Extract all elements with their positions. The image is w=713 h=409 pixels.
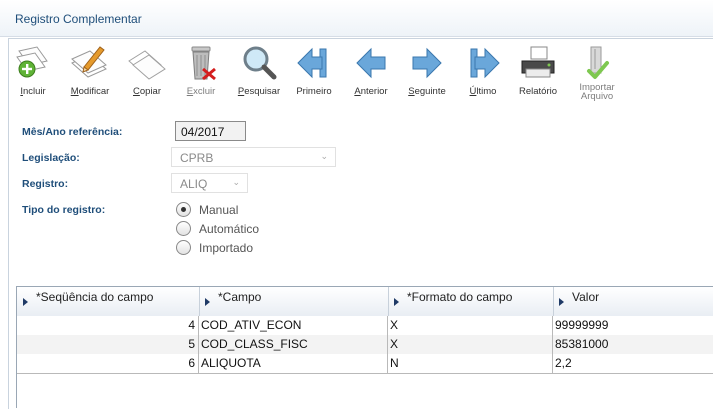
cell-valor: 85381000 (555, 337, 609, 351)
modificar-button[interactable]: Modificar (62, 39, 118, 107)
incluir-button[interactable]: Incluir (5, 39, 61, 107)
new-document-icon (16, 46, 48, 78)
pesquisar-button[interactable]: Pesquisar (231, 39, 287, 107)
sort-arrow-icon (394, 298, 399, 306)
mes-ano-field[interactable]: 04/2017 (175, 121, 246, 141)
cell-sequencia: 6 (17, 354, 199, 373)
legislacao-label: Legislação: (22, 152, 80, 164)
sort-arrow-icon (205, 298, 210, 306)
radio-importado[interactable]: Importado (176, 240, 253, 255)
chevron-down-icon: ⌄ (320, 151, 328, 161)
window-title-bar: Registro Complementar (0, 0, 713, 37)
table-row[interactable]: 5 COD_CLASS_FISC X 85381000 (17, 335, 713, 355)
legislacao-value: CPRB (180, 151, 214, 165)
registro-select[interactable]: ALIQ ⌄ (171, 173, 248, 193)
cell-campo: COD_ATIV_ECON (199, 316, 388, 335)
column-header-campo[interactable]: *Campo (199, 287, 389, 317)
legislacao-select[interactable]: CPRB ⌄ (171, 147, 336, 167)
toolbar: Incluir Modificar Copiar Excluir Pesquis… (9, 39, 713, 109)
sort-arrow-icon (23, 298, 28, 306)
table-row[interactable]: 6 ALIQUOTA N 2,2 (17, 354, 713, 374)
cell-sequencia: 4 (17, 316, 199, 335)
registro-value: ALIQ (180, 177, 208, 191)
radio-unselected-icon (176, 221, 191, 236)
table-row[interactable]: 4 COD_ATIV_ECON X 99999999 (17, 316, 713, 336)
cell-valor: 2,2 (555, 356, 572, 370)
column-header-valor[interactable]: Valor (553, 287, 713, 317)
cell-formato: X (388, 316, 553, 335)
cell-campo: ALIQUOTA (199, 354, 388, 373)
radio-unselected-icon (176, 240, 191, 255)
relatorio-button[interactable]: Relatório (510, 39, 566, 107)
data-grid: *Seqüência do campo *Campo *Formato do c… (16, 286, 713, 408)
excluir-button[interactable]: Excluir (173, 39, 229, 107)
previous-arrow-icon (356, 47, 386, 79)
edit-document-icon (71, 46, 107, 78)
cell-valor: 99999999 (555, 318, 609, 332)
ultimo-button[interactable]: Último (455, 39, 511, 107)
sort-arrow-icon (559, 298, 564, 306)
importar-arquivo-button[interactable]: Importar Arquivo (569, 39, 625, 107)
window-title: Registro Complementar (15, 12, 142, 26)
registro-label: Registro: (22, 178, 69, 190)
anterior-button[interactable]: Anterior (343, 39, 399, 107)
tipo-registro-label: Tipo do registro: (22, 204, 106, 216)
last-record-icon (470, 47, 500, 79)
seguinte-button[interactable]: Seguinte (399, 39, 455, 107)
next-arrow-icon (412, 47, 442, 79)
primeiro-button[interactable]: Primeiro (286, 39, 342, 107)
cell-formato: X (388, 335, 553, 354)
radio-manual[interactable]: Manual (176, 202, 238, 217)
cell-campo: COD_CLASS_FISC (199, 335, 388, 354)
radio-automatico[interactable]: Automático (176, 221, 259, 236)
grid-header: *Seqüência do campo *Campo *Formato do c… (17, 286, 713, 318)
column-header-sequencia[interactable]: *Seqüência do campo (17, 287, 200, 317)
copiar-button[interactable]: Copiar (119, 39, 175, 107)
mes-ano-label: Mês/Ano referência: (22, 126, 123, 138)
first-record-icon (297, 47, 327, 79)
search-icon (243, 46, 277, 80)
cell-sequencia: 5 (17, 335, 199, 354)
radio-selected-icon (176, 202, 191, 217)
copy-icon (128, 50, 166, 80)
trash-icon (191, 46, 216, 81)
printer-icon (521, 46, 555, 78)
chevron-down-icon: ⌄ (232, 177, 240, 187)
column-header-formato[interactable]: *Formato do campo (388, 287, 554, 317)
import-file-icon (587, 46, 609, 79)
cell-formato: N (388, 354, 553, 373)
